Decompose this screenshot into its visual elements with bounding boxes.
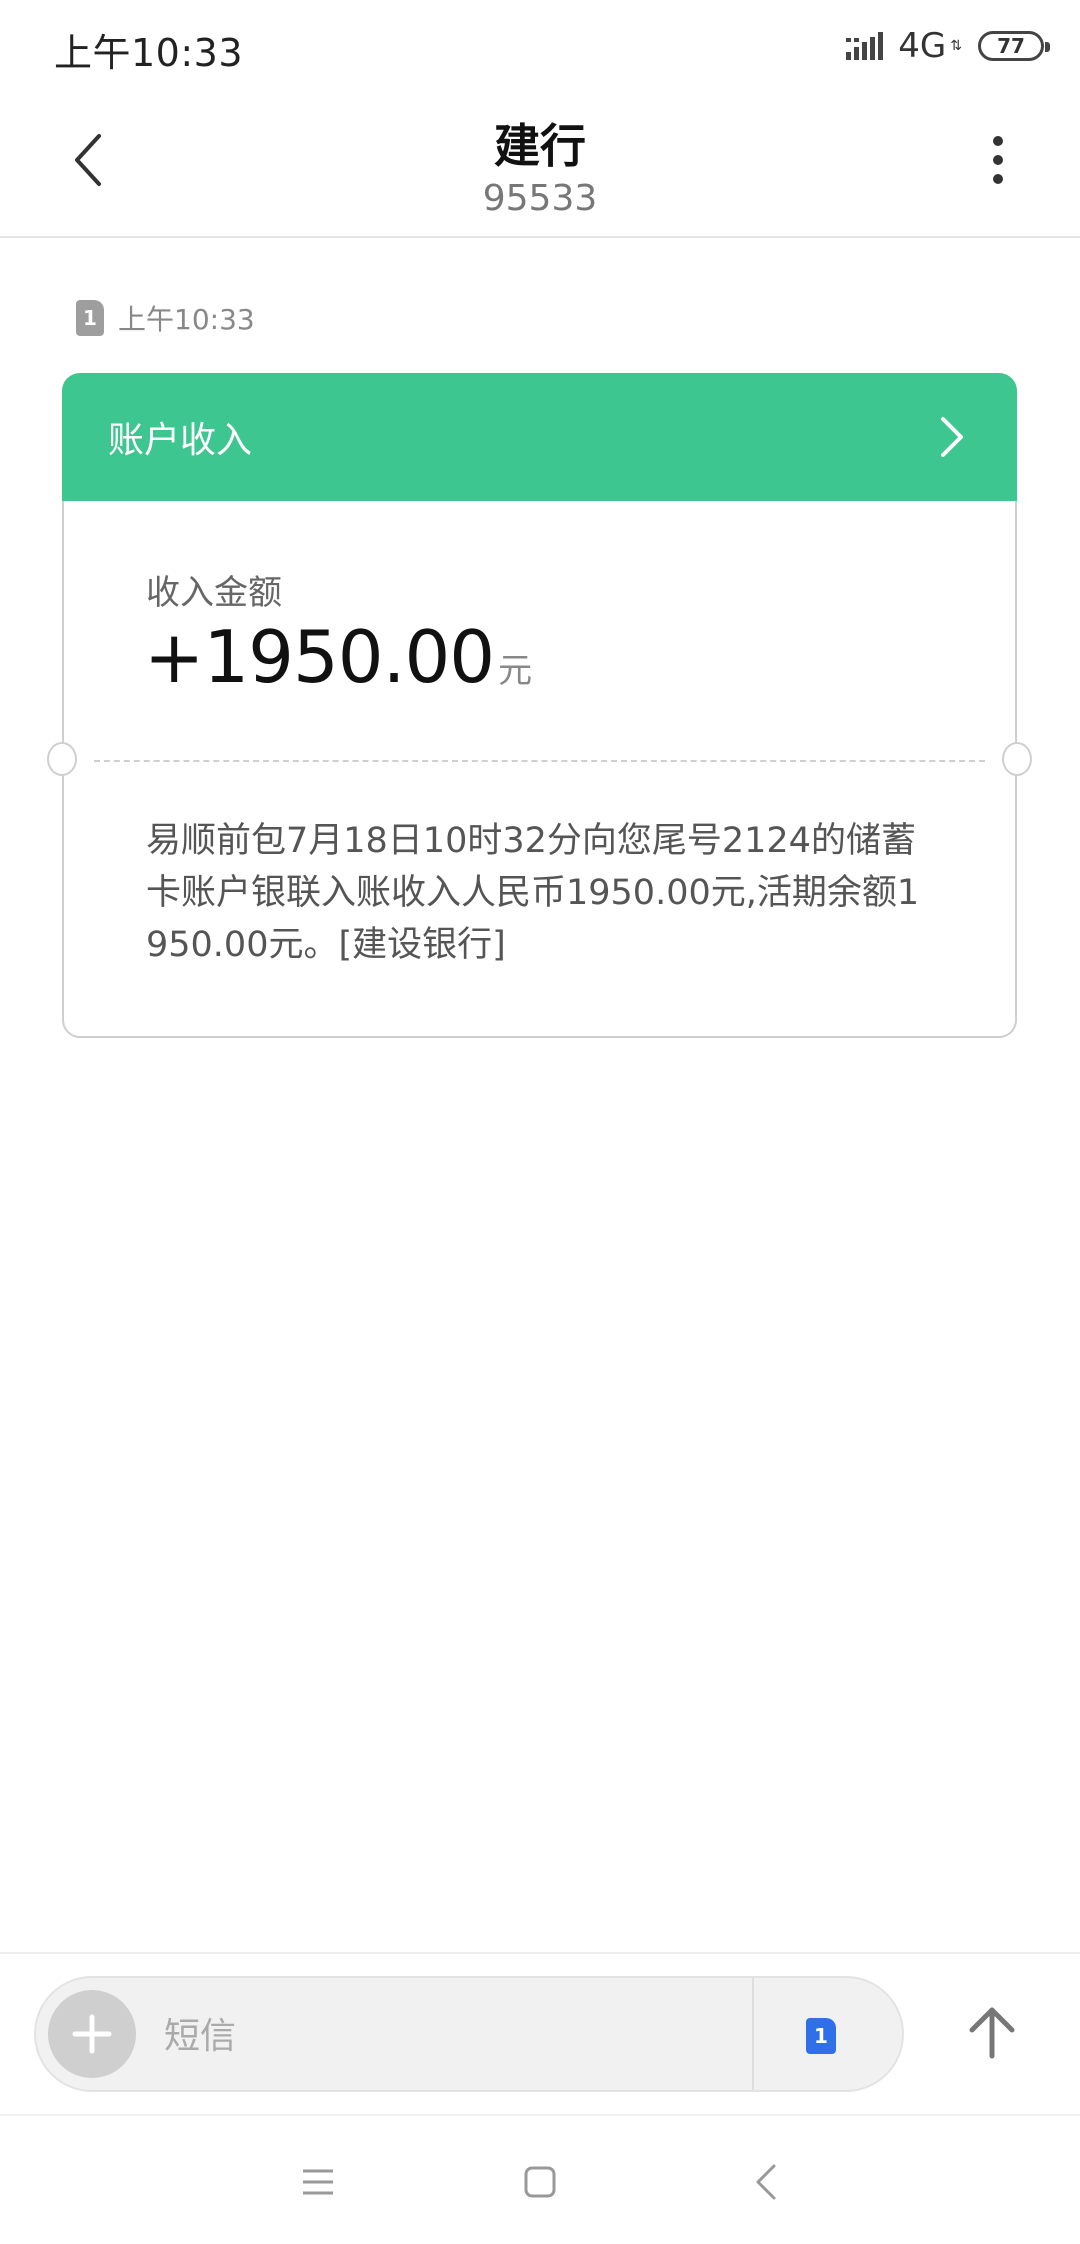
system-navigation-bar [0,2114,1080,2244]
contact-name: 建行 [494,119,586,173]
battery-tip [1045,42,1050,52]
home-button[interactable] [510,2152,570,2212]
card-notch-left [47,742,77,776]
status-indicators: 4G ⇅ 77 [844,26,1050,66]
sim-select-number: 1 [814,2024,828,2048]
sim-card-icon: 1 [76,300,104,336]
sim-card-icon[interactable]: 1 [806,2018,836,2054]
message-meta: 1 上午10:33 [76,298,255,338]
battery-icon: 77 [978,31,1050,61]
contact-number: 95533 [482,178,598,219]
amount-row: +1950.00 元 [144,615,532,699]
plus-icon [72,2014,112,2054]
home-icon [524,2166,556,2198]
send-button[interactable] [956,1992,1028,2072]
contact-title-block: 建行 95533 [0,110,1080,219]
sms-conversation-screen: 上午10:33 4G ⇅ 77 建行 95533 1 上午10:33 账户收入 … [0,0,1080,2244]
menu-icon [303,2169,333,2195]
battery-level: 77 [997,34,1025,58]
chevron-right-icon [941,417,963,457]
back-icon [756,2164,776,2200]
amount-unit: 元 [498,651,533,691]
network-type: 4G [898,26,947,66]
data-activity-icon: ⇅ [950,38,962,54]
status-bar: 上午10:33 4G ⇅ 77 [0,0,1080,92]
add-attachment-button[interactable] [48,1990,136,2078]
composer-pill: 1 [34,1976,904,2092]
card-header[interactable]: 账户收入 [62,373,1017,501]
status-time: 上午10:33 [54,31,244,75]
card-title: 账户收入 [108,420,253,461]
sim-slot-number: 1 [83,306,97,330]
message-body: 易顺前包7月18日10时32分向您尾号2124的储蓄卡账户银联入账收入人民币19… [146,821,920,965]
message-composer: 1 [0,1952,1080,2114]
conversation-header: 建行 95533 [0,92,1080,238]
sms-input[interactable] [164,2006,744,2066]
card-notch-right [1002,742,1032,776]
more-vertical-icon [993,136,1003,184]
transaction-card[interactable]: 账户收入 收入金额 +1950.00 元 易顺前包7月18日10时32分向您尾号… [47,373,1032,1038]
signal-icon [846,32,884,60]
send-arrow-icon [969,2007,1015,2059]
message-time: 上午10:33 [118,303,255,336]
system-back-button[interactable] [736,2152,796,2212]
amount-label: 收入金额 [146,573,282,613]
recents-button[interactable] [288,2152,348,2212]
amount-value: +1950.00 [144,615,495,699]
composer-divider [752,1978,754,2090]
more-options-button[interactable] [966,128,1030,192]
card-divider [94,760,985,762]
